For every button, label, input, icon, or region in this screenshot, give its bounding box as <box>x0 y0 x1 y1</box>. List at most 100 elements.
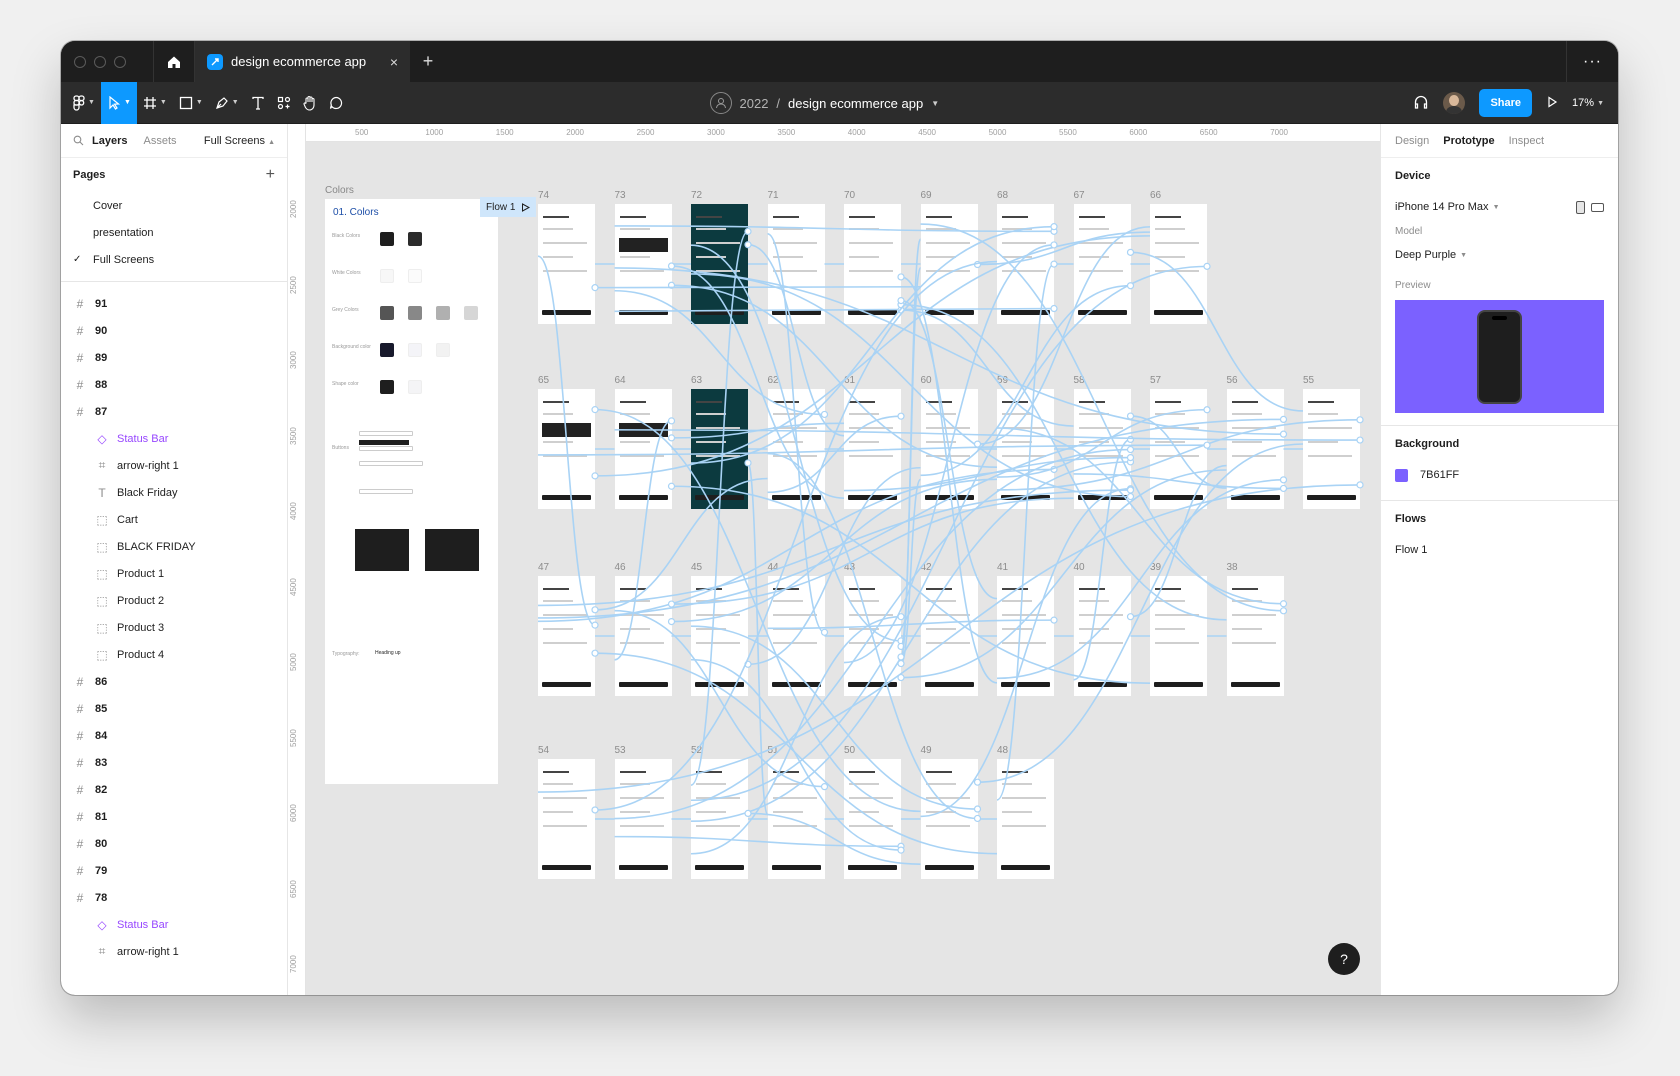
app-screen-frame[interactable] <box>691 576 748 696</box>
frame-label[interactable]: 51 <box>768 745 779 756</box>
app-screen-frame[interactable] <box>767 389 825 509</box>
layer-item[interactable]: #80 <box>61 830 287 857</box>
page-picker[interactable]: Full Screens ▲ <box>204 135 275 147</box>
app-screen-frame[interactable] <box>614 204 672 324</box>
frame-label[interactable]: 41 <box>997 562 1008 573</box>
app-screen-frame[interactable] <box>691 389 748 509</box>
app-screen-frame[interactable] <box>614 759 672 879</box>
layer-item[interactable]: ⬚ Product 3 <box>61 614 287 641</box>
frame-label[interactable]: 68 <box>997 190 1008 201</box>
frame-label[interactable]: 38 <box>1227 562 1238 573</box>
layer-item[interactable]: #87 <box>61 398 287 425</box>
app-screen-frame[interactable] <box>1073 576 1131 696</box>
file-tab[interactable]: design ecommerce app × <box>195 41 410 82</box>
color-swatch[interactable] <box>436 343 450 357</box>
layer-item[interactable]: #88 <box>61 371 287 398</box>
color-swatch[interactable] <box>408 343 422 357</box>
app-screen-frame[interactable] <box>538 576 595 696</box>
layer-item[interactable]: #82 <box>61 776 287 803</box>
frame-label[interactable]: 44 <box>768 562 779 573</box>
frame-label[interactable]: 73 <box>615 190 626 201</box>
app-screen-frame[interactable] <box>920 759 978 879</box>
color-swatch[interactable] <box>380 343 394 357</box>
app-screen-frame[interactable] <box>1073 389 1131 509</box>
app-screen-frame[interactable] <box>844 759 901 879</box>
minimize-window-button[interactable] <box>94 55 106 68</box>
frame-label[interactable]: 39 <box>1150 562 1161 573</box>
frame-label[interactable]: 60 <box>921 375 932 386</box>
app-screen-frame[interactable] <box>1150 389 1207 509</box>
frame-label[interactable]: 71 <box>768 190 779 201</box>
search-icon[interactable] <box>73 135 84 146</box>
frame-label[interactable]: 47 <box>538 562 549 573</box>
device-select[interactable]: iPhone 14 Pro Max ▼ <box>1395 194 1604 220</box>
app-screen-frame[interactable] <box>614 389 672 509</box>
app-screen-frame[interactable] <box>1073 204 1131 324</box>
help-button[interactable]: ? <box>1328 943 1360 975</box>
app-screen-frame[interactable] <box>997 576 1054 696</box>
landscape-icon[interactable] <box>1591 202 1604 212</box>
app-screen-frame[interactable] <box>920 204 978 324</box>
app-screen-frame[interactable] <box>1150 204 1207 324</box>
tab-inspect[interactable]: Inspect <box>1509 135 1544 147</box>
layer-item[interactable]: ⌗ arrow-right 1 <box>61 452 287 479</box>
color-swatch[interactable] <box>436 306 450 320</box>
background-color-field[interactable]: 7B61FF <box>1395 462 1604 488</box>
canvas[interactable]: 500 1000 1500 2000 2500 3000 3500 4000 4500 5000 5… <box>288 124 1380 995</box>
frame-label[interactable]: 56 <box>1227 375 1238 386</box>
move-tool[interactable]: ▼ <box>100 81 137 124</box>
pen-tool[interactable]: ▼ <box>209 82 245 124</box>
page-item[interactable]: Cover <box>61 192 287 219</box>
app-screen-frame[interactable] <box>1150 576 1207 696</box>
app-screen-frame[interactable] <box>538 389 595 509</box>
app-screen-frame[interactable] <box>844 204 901 324</box>
zoom-control[interactable]: 17% ▼ <box>1572 97 1604 109</box>
app-screen-frame[interactable] <box>1226 389 1284 509</box>
avatar[interactable] <box>1443 92 1466 114</box>
frame-label[interactable]: 74 <box>538 190 549 201</box>
app-screen-frame[interactable] <box>538 204 595 324</box>
frame-label[interactable]: 59 <box>997 375 1008 386</box>
frame-label[interactable]: 43 <box>844 562 855 573</box>
app-screen-frame[interactable] <box>997 204 1054 324</box>
frame-tool[interactable]: ▼ <box>137 82 173 124</box>
tab-layers[interactable]: Layers <box>92 135 127 147</box>
page-item[interactable]: presentation <box>61 219 287 246</box>
color-swatch[interactable] <box>380 232 394 246</box>
resources-tool[interactable] <box>271 82 297 124</box>
app-screen-frame[interactable] <box>844 576 901 696</box>
flow-starting-point[interactable]: Flow 1 <box>480 197 537 217</box>
frame-label[interactable]: 63 <box>691 375 702 386</box>
layer-item[interactable]: #78 <box>61 884 287 911</box>
shape-tool[interactable]: ▼ <box>173 82 209 124</box>
hand-tool[interactable] <box>297 82 323 124</box>
layer-item[interactable]: #89 <box>61 344 287 371</box>
frame-label[interactable]: 54 <box>538 745 549 756</box>
tab-prototype[interactable]: Prototype <box>1443 135 1494 147</box>
add-page-icon[interactable]: + <box>266 166 275 184</box>
tab-design[interactable]: Design <box>1395 135 1429 147</box>
chevron-down-icon[interactable]: ▼ <box>931 99 939 108</box>
app-screen-frame[interactable] <box>920 576 978 696</box>
color-swatch[interactable] <box>408 269 422 283</box>
app-screen-frame[interactable] <box>767 759 825 879</box>
color-swatch[interactable] <box>1395 468 1408 482</box>
frame-label[interactable]: 52 <box>691 745 702 756</box>
frame-label[interactable]: 45 <box>691 562 702 573</box>
frame-label[interactable]: 57 <box>1150 375 1161 386</box>
layer-item[interactable]: ⌗ arrow-right 1 <box>61 938 287 965</box>
flow-item[interactable]: Flow 1 <box>1395 537 1604 563</box>
main-menu-button[interactable]: ▼ <box>67 82 101 124</box>
frame-label[interactable]: 50 <box>844 745 855 756</box>
present-icon[interactable] <box>1546 95 1558 111</box>
layer-item[interactable]: ◇ Status Bar <box>61 911 287 938</box>
frame-label[interactable]: 58 <box>1074 375 1085 386</box>
color-swatch[interactable] <box>464 306 478 320</box>
layer-item[interactable]: ⬚ Product 1 <box>61 560 287 587</box>
frame-label[interactable]: 55 <box>1303 375 1314 386</box>
frame-label[interactable]: 46 <box>615 562 626 573</box>
layer-item[interactable]: ⬚ Cart <box>61 506 287 533</box>
app-screen-frame[interactable] <box>538 759 595 879</box>
app-screen-frame[interactable] <box>691 204 748 324</box>
page-item[interactable]: ✓ Full Screens <box>61 246 287 273</box>
